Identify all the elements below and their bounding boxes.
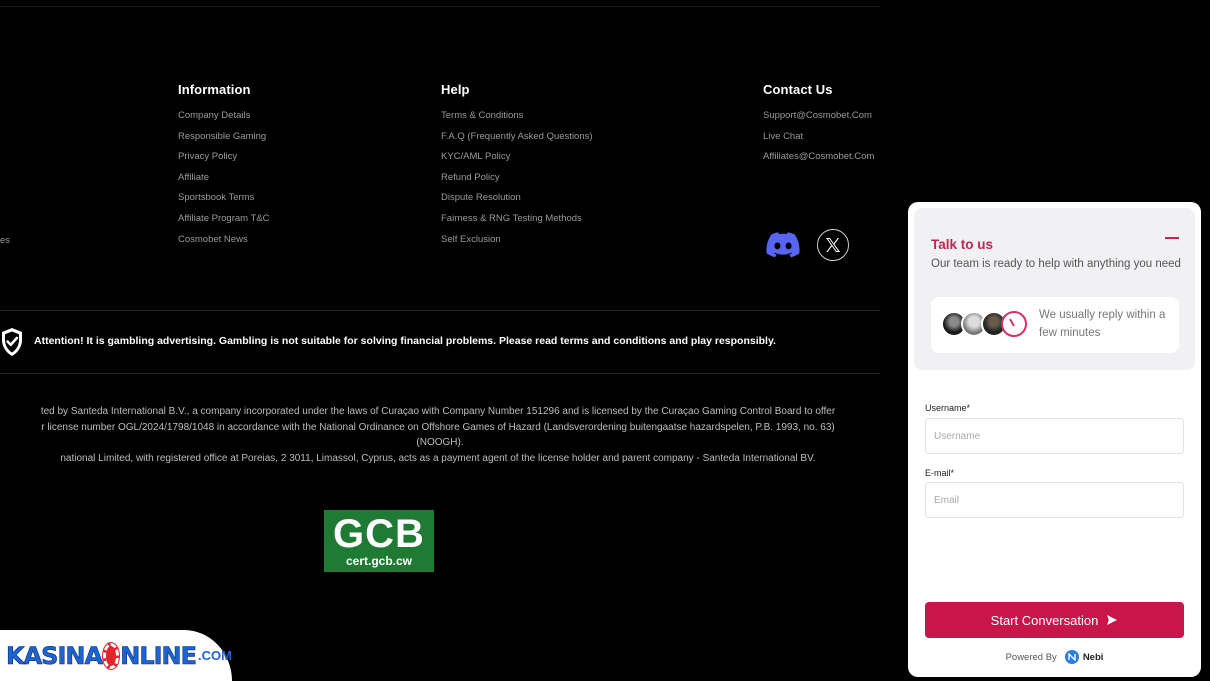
- agent-avatars: [941, 311, 1031, 339]
- legal-line: r license number OGL/2024/1798/1048 in a…: [41, 421, 835, 433]
- chat-header: Talk to us Our team is ready to help wit…: [914, 208, 1195, 370]
- reply-time-card: We usually reply within a few minutes: [931, 297, 1179, 353]
- link-cosmobet-news[interactable]: Cosmobet News: [178, 233, 270, 254]
- start-conversation-label: Start Conversation: [990, 612, 1099, 628]
- chat-subtitle: Our team is ready to help with anything …: [931, 258, 1181, 270]
- clock-icon: [1001, 311, 1027, 337]
- chat-title: Talk to us: [931, 237, 994, 252]
- reply-time-text: We usually reply within a few minutes: [1039, 309, 1166, 339]
- link-self-exclusion[interactable]: Self Exclusion: [441, 233, 593, 254]
- nebi-brand[interactable]: Nebi: [1083, 652, 1104, 663]
- nebi-logo-icon: [1064, 650, 1079, 664]
- link-terms-conditions[interactable]: Terms & Conditions: [441, 109, 593, 130]
- start-conversation-button[interactable]: Start Conversation: [925, 602, 1184, 638]
- chat-widget: Talk to us Our team is ready to help wit…: [908, 202, 1201, 677]
- link-faq[interactable]: F.A.Q (Frequently Asked Questions): [441, 130, 593, 151]
- link-affiliates-email[interactable]: Affiliates@Cosmobet.Com: [763, 150, 874, 171]
- minimize-icon[interactable]: [1165, 237, 1179, 239]
- legal-text: ted by Santeda International B.V., a com…: [0, 404, 880, 466]
- link-privacy-policy[interactable]: Privacy Policy: [178, 150, 270, 171]
- link-responsible-gaming[interactable]: Responsible Gaming: [178, 130, 270, 151]
- powered-by-label: Powered By: [1005, 651, 1057, 663]
- help-heading: Help: [441, 82, 470, 97]
- link-fairness-rng[interactable]: Fairness & RNG Testing Methods: [441, 212, 593, 233]
- footer-contact-column: Contact Us Support@Cosmobet.Com Live Cha…: [763, 82, 874, 171]
- link-company-details[interactable]: Company Details: [178, 109, 270, 130]
- link-affiliate[interactable]: Affiliate: [178, 171, 270, 192]
- powered-by: Powered By Nebi: [908, 650, 1201, 664]
- clipped-link-fragment[interactable]: es: [0, 235, 10, 246]
- link-kyc-aml-policy[interactable]: KYC/AML Policy: [441, 150, 593, 171]
- gcb-seal-title: GCB: [333, 512, 425, 556]
- footer-help-column: Help Terms & Conditions F.A.Q (Frequentl…: [441, 82, 593, 253]
- footer-divider: [0, 310, 880, 311]
- gcb-license-seal[interactable]: GCB cert.gcb.cw: [324, 510, 434, 572]
- discord-icon[interactable]: [766, 229, 800, 261]
- link-sportsbook-terms[interactable]: Sportsbook Terms: [178, 191, 270, 212]
- watermark-text-2: NLINE: [120, 641, 197, 670]
- x-icon[interactable]: [817, 229, 849, 261]
- username-label: Username*: [925, 403, 971, 413]
- link-affiliate-program-tc[interactable]: Affiliate Program T&C: [178, 212, 270, 233]
- gambling-warning: Attention! It is gambling advertising. G…: [34, 335, 776, 347]
- link-support-email[interactable]: Support@Cosmobet.Com: [763, 109, 874, 130]
- top-divider: [0, 6, 880, 7]
- footer-divider: [0, 373, 880, 374]
- gcb-seal-subtitle: cert.gcb.cw: [345, 554, 413, 568]
- watermark-text-1: KASINA: [6, 641, 104, 670]
- link-live-chat[interactable]: Live Chat: [763, 130, 874, 151]
- contact-heading: Contact Us: [763, 82, 833, 97]
- link-refund-policy[interactable]: Refund Policy: [441, 171, 593, 192]
- email-input[interactable]: [925, 482, 1184, 518]
- casino-chip-icon: [103, 642, 120, 669]
- legal-line: ted by Santeda International B.V., a com…: [40, 406, 836, 417]
- link-dispute-resolution[interactable]: Dispute Resolution: [441, 191, 593, 212]
- legal-line: (NOOGH).: [416, 437, 464, 449]
- legal-line: national Limited, with registered office…: [60, 452, 816, 464]
- watermark-suffix: .COM: [198, 648, 232, 663]
- email-label: E-mail*: [925, 468, 955, 478]
- information-heading: Information: [178, 82, 251, 97]
- shield-check-icon: [2, 328, 22, 356]
- username-input[interactable]: [925, 418, 1184, 454]
- kasinaonline-watermark: KASINA NLINE .COM: [0, 630, 232, 681]
- send-icon: [1107, 615, 1118, 625]
- footer-information-column: Information Company Details Responsible …: [178, 82, 270, 253]
